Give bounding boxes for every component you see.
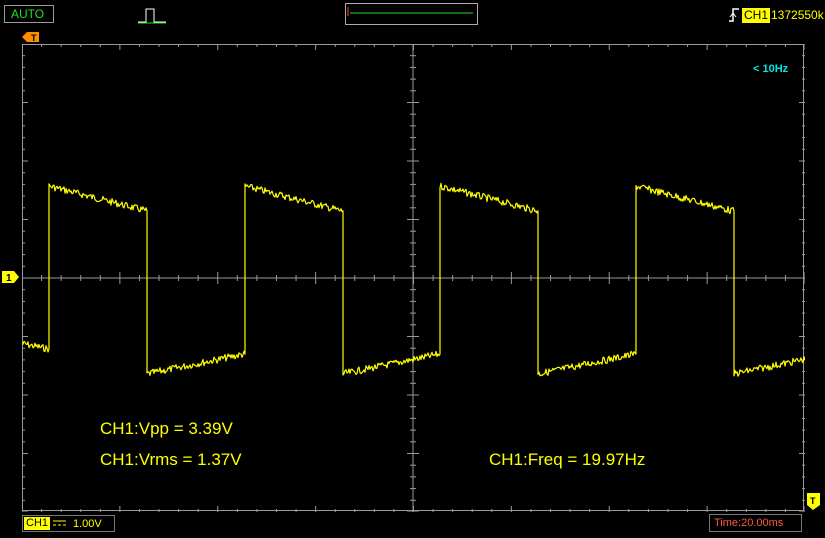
trigger-channel-label: CH1 [742, 8, 771, 23]
trigger-status[interactable]: CH1 1372550k [720, 4, 825, 26]
frequency-warning: < 10Hz [753, 63, 789, 75]
svg-text:1: 1 [6, 273, 12, 283]
pulse-icon[interactable] [138, 5, 168, 25]
graticule [22, 44, 805, 512]
svg-text:T: T [31, 33, 37, 43]
measurement-vpp: CH1:Vpp = 3.39V [100, 419, 233, 438]
dc-coupling-icon [53, 518, 67, 528]
svg-text:T: T [810, 496, 816, 506]
trigger-value: 1372550k [771, 8, 824, 22]
timebase-settings[interactable]: Time:20.00ms [709, 514, 802, 532]
trigger-position-marker[interactable]: T [22, 32, 40, 43]
channel-1-settings[interactable]: CH1 1.00V [22, 515, 115, 532]
top-status-bar: AUTO CH1 1372550k [0, 0, 825, 30]
run-mode-button[interactable]: AUTO [4, 5, 54, 23]
oscilloscope-screen[interactable] [22, 44, 805, 512]
trigger-level-marker[interactable]: T [807, 493, 821, 511]
time-per-div: Time:20.00ms [714, 517, 784, 529]
measurement-vrms: CH1:Vrms = 1.37V [100, 450, 242, 469]
run-mode-label: AUTO [11, 7, 45, 21]
channel-1-zero-marker[interactable]: 1 [2, 271, 20, 283]
rising-edge-icon [728, 6, 740, 24]
volts-per-div: 1.00V [73, 518, 102, 530]
waveform-overview[interactable] [345, 3, 478, 25]
channel-1-label: CH1 [24, 517, 51, 530]
measurement-freq: CH1:Freq = 19.97Hz [489, 450, 646, 469]
